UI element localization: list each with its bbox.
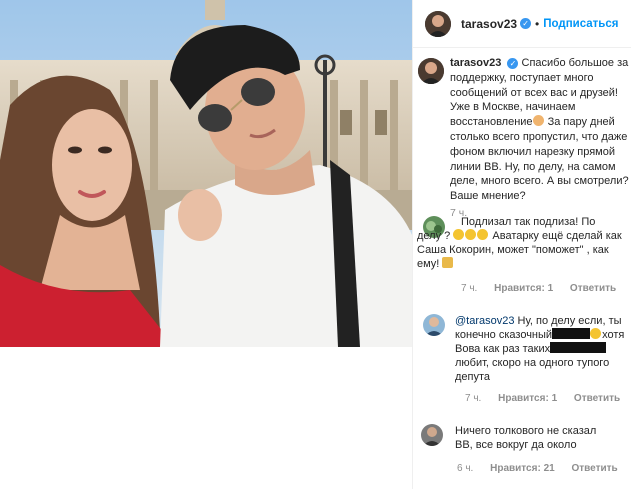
comment-timestamp[interactable]: 6 ч.	[457, 463, 473, 474]
laughing-emoji-icon	[465, 229, 477, 240]
comment-likes-count[interactable]: Нравится: 1	[498, 393, 557, 404]
commenter-avatar-icon	[421, 424, 443, 446]
comment-text: @tarasov23 Ну, по делу если, ты конечно …	[455, 314, 627, 384]
flexed-biceps-emoji-icon	[532, 115, 544, 127]
header-separator: •	[535, 16, 540, 31]
comment-reply-button[interactable]: Ответить	[570, 283, 616, 294]
commenter-avatar[interactable]	[423, 314, 445, 336]
comment-meta: 6 ч. Нравится: 21 Ответить	[457, 463, 631, 474]
comment-likes-count[interactable]: Нравится: 1	[494, 283, 553, 294]
redacted-word-block	[552, 328, 591, 339]
post-side-panel: tarasov23 ✓ • Подписаться tarasov23 ✓ Сп…	[412, 0, 631, 489]
author-avatar[interactable]	[425, 10, 451, 37]
author-avatar-icon	[425, 10, 451, 37]
thumbs-down-emoji-icon	[442, 257, 454, 268]
caption-avatar-icon	[418, 58, 444, 84]
comment-reply-button[interactable]: Ответить	[574, 393, 620, 404]
post-caption: tarasov23 ✓ Спасибо большое за поддержку…	[413, 56, 631, 221]
post-header: tarasov23 ✓ • Подписаться	[413, 0, 631, 48]
verified-badge-icon: ✓	[520, 18, 532, 29]
comment-text-part-3: любит, скоро на одного тупого депута	[455, 357, 610, 383]
author-username[interactable]: tarasov23	[461, 17, 517, 31]
caption-username[interactable]: tarasov23	[450, 57, 501, 69]
follow-button[interactable]: Подписаться	[543, 18, 618, 30]
comment-text: Подлизал так подлиза! По делу ? Аватарку…	[417, 215, 622, 271]
comment-text: Ничего толкового не сказал ВВ, все вокру…	[455, 425, 597, 451]
commenter-avatar[interactable]	[421, 424, 443, 446]
photo-background-area	[0, 347, 412, 489]
commenter-avatar-icon	[423, 314, 445, 336]
caption-body: tarasov23 ✓ Спасибо большое за поддержку…	[450, 56, 630, 221]
caption-avatar[interactable]	[418, 58, 444, 84]
comment-likes-count[interactable]: Нравится: 21	[490, 463, 555, 474]
comment-reply-button[interactable]: Ответить	[571, 463, 617, 474]
comment-meta: 7 ч. Нравится: 1 Ответить	[465, 393, 631, 404]
redacted-word-block	[550, 342, 607, 353]
caption-text-part-2: За пару дней столько всего пропустил, чт…	[450, 116, 629, 203]
comment-timestamp[interactable]: 7 ч.	[461, 283, 477, 294]
laughing-emoji-icon	[477, 229, 489, 240]
comment-mention-link[interactable]: @tarasov23	[455, 315, 514, 327]
caption-verified-badge-icon: ✓	[507, 58, 519, 69]
emoji-icon	[590, 328, 602, 339]
laughing-emoji-icon	[453, 229, 465, 240]
comment-meta: 7 ч. Нравится: 1 Ответить	[461, 283, 630, 294]
comment-timestamp[interactable]: 7 ч.	[465, 393, 481, 404]
post-photo[interactable]	[0, 0, 412, 347]
selfie-photo-image	[0, 0, 412, 347]
